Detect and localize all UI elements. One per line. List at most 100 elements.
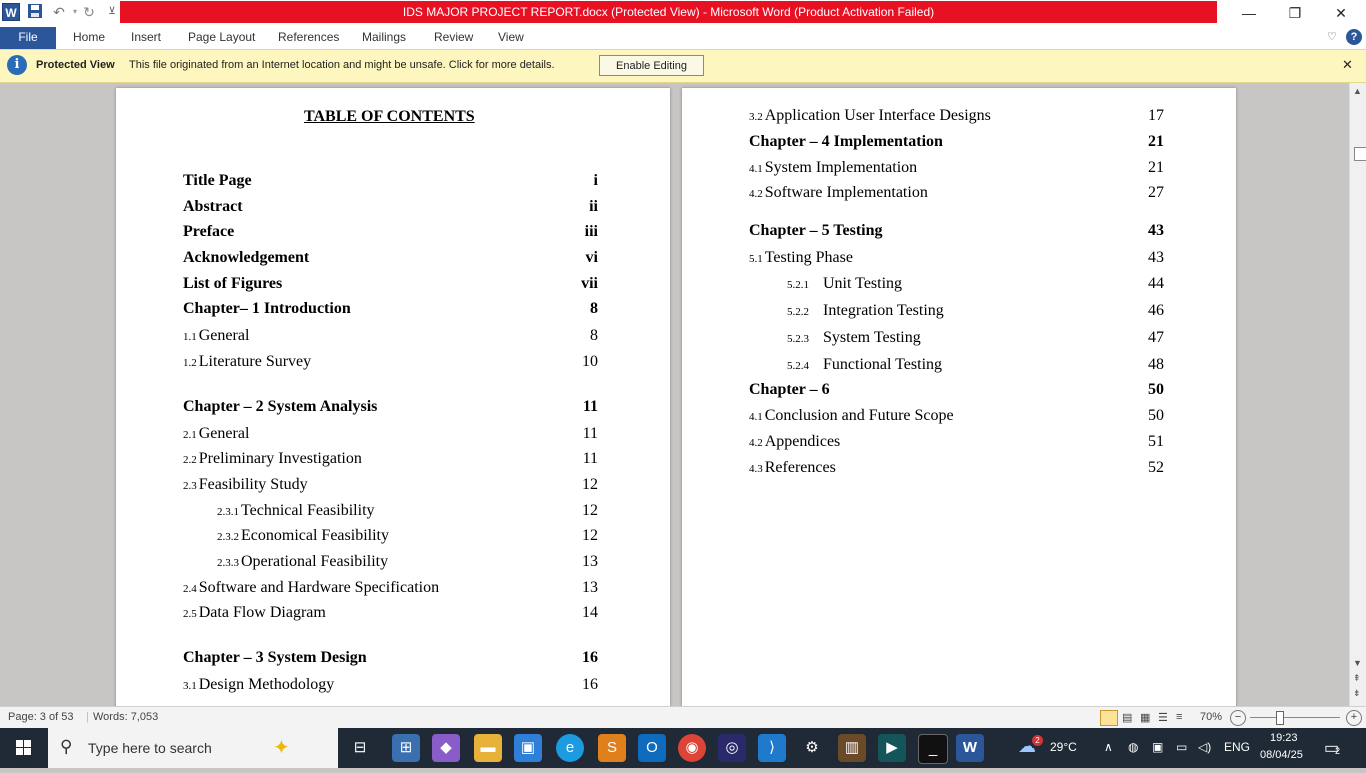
document-area[interactable]: TABLE OF CONTENTS Title Page i Abstract ii P… [0,83,1349,706]
toc-label: Software and Hardware Specification [198,579,440,596]
scroll-down-arrow[interactable]: ▼ [1353,658,1362,668]
toc-page-number: 10 [582,353,598,370]
document-page-left[interactable]: TABLE OF CONTENTS Title Page i Abstract ii P… [116,88,670,706]
volume-icon[interactable]: ◁) [1198,740,1211,754]
toc-page-number: 14 [582,604,598,621]
toc-label: General [198,425,250,442]
copilot-icon[interactable]: ◆ [432,734,460,762]
toc-label: Preface [183,223,235,240]
toc-entry: 3.1 Design Methodology [183,676,334,694]
minimize-button[interactable]: — [1226,0,1272,27]
toc-label: Application User Interface Designs [764,107,991,124]
meet-now-icon[interactable]: ◍ [1128,740,1138,754]
toc-page-number: 21 [1148,159,1164,176]
toc-entry: List of Figures [183,275,282,293]
toc-page-number: 11 [582,425,598,442]
tab-references[interactable]: References [278,27,339,49]
toc-entry: 4.1 System Implementation [749,159,917,177]
toc-page-number: 50 [1148,381,1164,398]
microsoft-store-icon[interactable]: ▣ [514,734,542,762]
toc-label: Functional Testing [823,356,943,373]
toc-page-number: 8 [590,327,598,344]
protected-view-message[interactable]: This file originated from an Internet lo… [129,59,555,71]
toc-label: Acknowledgement [183,249,310,266]
scroll-up-arrow[interactable]: ▲ [1353,86,1362,96]
toc-label: References [764,459,836,476]
toc-entry: 3.2 Application User Interface Designs [749,107,991,125]
network-app-icon[interactable]: ⊞ [392,734,420,762]
app-bars-icon[interactable]: ▥ [838,734,866,762]
customize-qat-icon[interactable]: ⊻ [103,3,121,21]
notification-app-icon[interactable]: ▣ [1152,740,1163,754]
chrome-icon[interactable]: ◉ [678,734,706,762]
taskbar: ⚲ Type here to search ✦ ⊟ ⊞ ◆ ▬ ▣ e S O … [0,728,1366,768]
scroll-thumb[interactable] [1354,147,1366,161]
terminal-icon[interactable]: _ [918,734,948,764]
word-count[interactable]: Words: 7,053 [93,711,158,723]
help-icon[interactable]: ? [1346,29,1362,45]
toc-label: Data Flow Diagram [198,604,326,621]
previous-page-icon[interactable]: ⇞ [1353,673,1361,684]
zoom-out-button[interactable]: − [1230,710,1246,726]
taskbar-search[interactable]: ⚲ Type here to search ✦ [48,728,338,768]
weather-temp[interactable]: 29°C [1050,740,1077,754]
close-button[interactable]: ✕ [1318,0,1364,27]
search-placeholder: Type here to search [88,740,212,756]
toc-label: Literature Survey [198,353,312,370]
vertical-scrollbar[interactable]: ▲ ▼ ⇞ ⇟ [1349,83,1366,706]
save-icon[interactable] [26,3,44,21]
page-count[interactable]: Page: 3 of 53 [8,711,73,723]
outlook-icon[interactable]: O [638,734,666,762]
document-page-right[interactable]: 3.2 Application User Interface Designs 17 C… [682,88,1236,706]
zoom-slider-thumb[interactable] [1276,711,1284,725]
settings-icon[interactable]: ⚙ [798,734,826,762]
zoom-slider[interactable] [1250,717,1340,718]
edge-icon[interactable]: e [556,734,584,762]
toc-page-number: 51 [1148,433,1164,450]
toc-entry: 2.3.3 Operational Feasibility [217,553,388,571]
pycharm-icon[interactable]: ▶ [878,734,906,762]
word-taskbar-icon[interactable]: W [956,734,984,762]
tab-insert[interactable]: Insert [131,27,161,49]
redo-icon[interactable]: ↻ [80,3,98,21]
show-hidden-icons[interactable]: ∧ [1104,740,1113,754]
vscode-icon[interactable]: ⟩ [758,734,786,762]
outline-icon[interactable]: ☰ [1158,711,1168,724]
toc-entry: Chapter – 6 [749,381,830,399]
zoom-in-button[interactable]: + [1346,710,1362,726]
full-screen-reading-icon[interactable]: ▤ [1122,711,1132,724]
toc-label: System Implementation [764,159,918,176]
maximize-button[interactable]: ❐ [1272,0,1318,27]
toc-number: 3.2 [749,111,763,123]
toc-page-number: iii [584,223,598,240]
tab-page-layout[interactable]: Page Layout [188,27,255,49]
status-bar: Page: 3 of 53 | Words: 7,053 ▤ ▦ ☰ ≡ 70%… [0,706,1366,729]
tab-home[interactable]: Home [73,27,105,49]
tab-mailings[interactable]: Mailings [362,27,406,49]
tab-file[interactable]: File [0,27,56,49]
file-explorer-icon[interactable]: ▬ [474,734,502,762]
toc-label: Chapter – 5 Testing [749,222,883,239]
game-app-icon[interactable]: ◎ [718,734,746,762]
next-page-icon[interactable]: ⇟ [1353,688,1361,699]
task-view-icon[interactable]: ⊟ [346,734,374,762]
enable-editing-button[interactable]: Enable Editing [599,55,704,76]
tab-view[interactable]: View [498,27,524,49]
close-icon[interactable]: ✕ [1342,57,1353,73]
clock-time[interactable]: 19:23 [1270,732,1298,744]
zoom-level[interactable]: 70% [1200,711,1222,723]
print-layout-icon[interactable] [1100,710,1118,726]
word-app-icon[interactable]: W [2,3,20,21]
ribbon-collapse-icon[interactable]: ♡ [1327,27,1337,49]
draft-icon[interactable]: ≡ [1176,711,1182,723]
start-button[interactable] [0,728,48,768]
web-layout-icon[interactable]: ▦ [1140,711,1150,724]
language-indicator[interactable]: ENG [1224,740,1250,754]
toc-number: 4.1 [749,411,763,423]
clock-date[interactable]: 08/04/25 [1260,749,1303,761]
toc-page-number: 21 [1148,133,1164,150]
battery-icon[interactable]: ▭ [1176,740,1187,754]
sublime-icon[interactable]: S [598,734,626,762]
toc-entry: 5.2.2 Integration Testing [787,302,944,320]
tab-review[interactable]: Review [434,27,473,49]
